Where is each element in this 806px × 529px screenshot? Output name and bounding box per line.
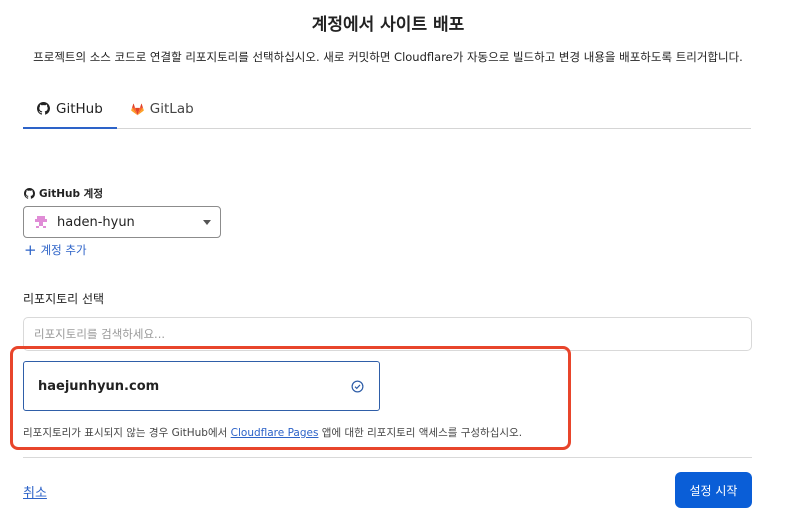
cancel-link[interactable]: 취소 [23, 482, 47, 501]
github-account-label-text: GitHub 계정 [39, 188, 103, 200]
cloudflare-pages-link[interactable]: Cloudflare Pages [231, 427, 319, 439]
tab-gitlab[interactable]: GitLab [117, 90, 208, 128]
repository-select-label: 리포지토리 선택 [23, 292, 105, 306]
start-setup-button[interactable]: 설정 시작 [675, 472, 752, 508]
page-title: 계정에서 사이트 배포 [311, 15, 465, 35]
repository-hint: 리포지토리가 표시되지 않는 경우 GitHub에서 Cloudflare Pa… [23, 425, 522, 440]
repository-item-name: haejunhyun.com [38, 378, 160, 394]
account-select-value: haden-hyun [57, 214, 135, 230]
hint-suffix: 앱에 대한 리포지토리 액세스를 구성하십시오. [318, 427, 523, 439]
footer-divider [23, 457, 752, 458]
github-account-label: GitHub 계정 [24, 186, 103, 201]
hint-prefix: 리포지토리가 표시되지 않는 경우 GitHub에서 [23, 427, 231, 439]
tab-github-label: GitHub [56, 100, 103, 117]
add-account-link[interactable]: + 계정 추가 [24, 242, 87, 258]
repository-item[interactable]: haejunhyun.com [23, 361, 380, 411]
tab-github[interactable]: GitHub [23, 90, 117, 129]
check-circle-icon [351, 380, 364, 393]
add-account-label: 계정 추가 [40, 243, 87, 257]
caret-down-icon [203, 220, 211, 225]
gitlab-icon [131, 103, 144, 116]
tab-gitlab-label: GitLab [149, 101, 194, 117]
source-tabs: GitHub GitLab [23, 90, 751, 129]
github-icon [37, 102, 50, 115]
avatar-icon [34, 215, 48, 229]
account-select[interactable]: haden-hyun [23, 206, 221, 238]
page-subtitle: 프로젝트의 소스 코드로 연결할 리포지토리를 선택하십시오. 새로 커밋하면 … [33, 50, 743, 64]
github-icon [24, 188, 35, 199]
plus-icon: + [24, 241, 37, 259]
